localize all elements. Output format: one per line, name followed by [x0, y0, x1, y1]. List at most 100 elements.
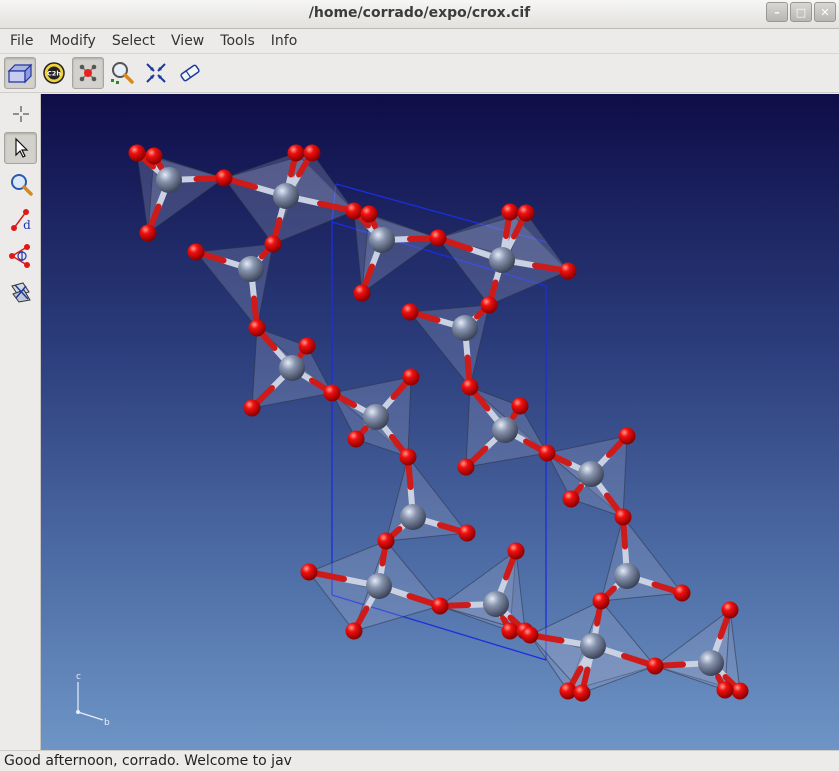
- minimize-button[interactable]: –: [766, 2, 788, 22]
- oxygen-atom: [139, 224, 157, 242]
- oxygen-atom: [646, 657, 664, 675]
- center-button[interactable]: [140, 57, 172, 89]
- silicon-atom: [366, 573, 392, 599]
- center-icon: [146, 63, 166, 83]
- oxygen-atom: [401, 303, 419, 321]
- silicon-atom: [698, 650, 724, 676]
- distance-d-label: d: [23, 218, 31, 232]
- oxygen-atom: [264, 235, 282, 253]
- oxygen-atom: [323, 384, 341, 402]
- menu-modify[interactable]: Modify: [41, 33, 103, 49]
- silicon-atom: [489, 247, 515, 273]
- oxygen-atom: [614, 508, 632, 526]
- oxygen-atom: [501, 622, 519, 640]
- status-bar: Good afternoon, corrado. Welcome to jav: [0, 750, 839, 771]
- crystal-structure[interactable]: c b: [41, 94, 839, 750]
- menu-file[interactable]: File: [2, 33, 41, 49]
- symmetry-badge-text: C2h: [47, 70, 61, 78]
- oxygen-atom: [501, 203, 519, 221]
- silicon-atom: [369, 227, 395, 253]
- unit-cell-button[interactable]: [4, 57, 36, 89]
- oxygen-atom: [507, 542, 525, 560]
- oxygen-atom: [673, 584, 691, 602]
- oxygen-atom: [128, 144, 146, 162]
- oxygen-atom: [243, 399, 261, 417]
- close-button[interactable]: ✕: [814, 2, 836, 22]
- oxygen-atom: [298, 337, 316, 355]
- silicon-atom: [492, 417, 518, 443]
- menu-tools[interactable]: Tools: [212, 33, 263, 49]
- oxygen-atom: [721, 601, 739, 619]
- crosshair-button[interactable]: [4, 98, 37, 130]
- window-title: /home/corrado/expo/crox.cif: [308, 5, 531, 21]
- silicon-atom: [400, 504, 426, 530]
- silicon-atom: [614, 563, 640, 589]
- oxygen-atom: [215, 169, 233, 187]
- structure-viewport[interactable]: c b: [41, 94, 839, 750]
- angle-measure-icon: [8, 244, 30, 268]
- torsion-measure-icon: [10, 282, 31, 303]
- oxygen-atom: [461, 378, 479, 396]
- oxygen-atom: [573, 684, 591, 702]
- magnifier-icon: [10, 174, 33, 196]
- silicon-atom: [156, 167, 182, 193]
- oxygen-atom: [731, 682, 749, 700]
- crosshair-icon: [12, 106, 29, 122]
- oxygen-atom: [559, 262, 577, 280]
- oxygen-atom: [345, 202, 363, 220]
- oxygen-atom: [517, 204, 535, 222]
- zoom-cursor-button[interactable]: [106, 57, 138, 89]
- menu-bar: File Modify Select View Tools Info: [0, 29, 839, 53]
- oxygen-atom: [248, 319, 266, 337]
- pointer-button[interactable]: [4, 132, 37, 164]
- silicon-atom: [452, 315, 478, 341]
- distance-measure-button[interactable]: d: [4, 204, 37, 236]
- distance-measure-icon: d: [10, 209, 31, 232]
- oxygen-atom: [618, 427, 636, 445]
- oxygen-atom: [431, 597, 449, 615]
- maximize-button[interactable]: □: [790, 2, 812, 22]
- toolbar: C2h: [0, 53, 839, 93]
- oxygen-atom: [360, 205, 378, 223]
- menu-select[interactable]: Select: [104, 33, 163, 49]
- oxygen-atom: [347, 430, 365, 448]
- unit-cell-icon: [7, 63, 33, 84]
- atoms-view-button[interactable]: [72, 57, 104, 89]
- silicon-atom: [483, 591, 509, 617]
- oxygen-atom: [457, 458, 475, 476]
- oxygen-atom: [303, 144, 321, 162]
- tool-sidebar: d: [0, 94, 41, 750]
- oxygen-atom: [287, 144, 305, 162]
- oxygen-atom: [402, 368, 420, 386]
- axis-origin: [76, 710, 80, 714]
- silicon-atom: [580, 633, 606, 659]
- menu-info[interactable]: Info: [263, 33, 306, 49]
- oxygen-atom: [511, 397, 529, 415]
- silicon-atom: [273, 183, 299, 209]
- axis-b-label: b: [104, 718, 110, 728]
- oxygen-atom: [345, 622, 363, 640]
- oxygen-atom: [480, 296, 498, 314]
- axis-indicator: c b: [76, 672, 110, 728]
- eraser-icon: [180, 64, 200, 82]
- silicon-atom: [578, 461, 604, 487]
- silicon-atom: [363, 404, 389, 430]
- status-message: Good afternoon, corrado. Welcome to jav: [4, 753, 292, 769]
- angle-measure-button[interactable]: [4, 240, 37, 272]
- symmetry-c2h-icon: C2h: [43, 62, 65, 84]
- menu-view[interactable]: View: [163, 33, 212, 49]
- oxygen-atom: [399, 448, 417, 466]
- zoom-cursor-icon: [111, 62, 134, 84]
- oxygen-atom: [458, 524, 476, 542]
- magnifier-button[interactable]: [4, 168, 37, 200]
- torsion-measure-button[interactable]: [4, 276, 37, 308]
- symmetry-button[interactable]: C2h: [38, 57, 70, 89]
- oxygen-atom: [300, 563, 318, 581]
- oxygen-atom: [145, 147, 163, 165]
- oxygen-atom: [538, 444, 556, 462]
- silicon-atom: [279, 355, 305, 381]
- oxygen-atom: [562, 490, 580, 508]
- eraser-button[interactable]: [174, 57, 206, 89]
- oxygen-atom: [377, 532, 395, 550]
- oxygen-atom: [716, 681, 734, 699]
